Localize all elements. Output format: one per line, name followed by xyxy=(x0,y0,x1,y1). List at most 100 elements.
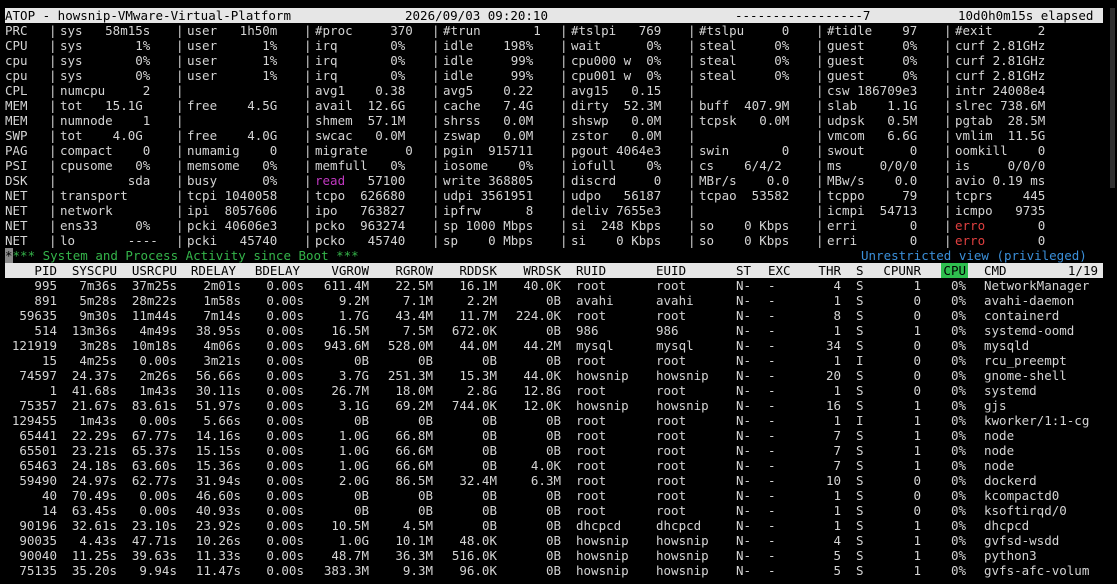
cell-rddsk: 48.0K xyxy=(459,533,497,548)
table-row[interactable]: 74597 24.37s 2m26s 56.66s 0.00s 3.7G 251.3M 15.… xyxy=(0,368,1117,383)
table-row[interactable]: 65463 24.18s 63.60s 15.36s 0.00s 1.0G 66.6M 0B 4… xyxy=(0,458,1117,473)
column-bdelay[interactable]: BDELAY xyxy=(255,263,300,278)
stat-field: si 248 Kbps xyxy=(571,218,662,233)
stat-separator: | xyxy=(432,98,440,113)
stat-field: free 4.5G xyxy=(187,98,278,113)
cell-bdelay: 0.00s xyxy=(266,413,304,428)
cell-ruid: dhcpcd xyxy=(576,518,622,533)
status-label: *** System and Process Activity since Bo… xyxy=(12,248,359,263)
cell-euid: root xyxy=(656,308,687,323)
table-row[interactable]: 75135 35.20s 9.94s 11.47s 0.00s 383.3M 9.3M 96.… xyxy=(0,563,1117,578)
cell-rddsk: 96.0K xyxy=(459,563,497,578)
stat-separator: | xyxy=(560,218,568,233)
stat-field: #proc 370 xyxy=(315,23,413,38)
cell-rddsk: 2.2M xyxy=(466,293,497,308)
table-row[interactable]: 514 13m36s 4m49s 38.95s 0.00s 16.5M 7.5M 672.0K… xyxy=(0,323,1117,338)
column-rddsk[interactable]: RDDSK xyxy=(459,263,497,278)
cell-cpu: 0% xyxy=(950,398,966,413)
table-row[interactable]: 65501 23.21s 65.37s 15.15s 0.00s 1.0G 66.6M 0B 0… xyxy=(0,443,1117,458)
scrollbar[interactable] xyxy=(1110,8,1115,188)
stat-separator: | xyxy=(176,98,184,113)
cell-exc: - xyxy=(768,563,776,578)
cell-cpu: 0% xyxy=(950,488,966,503)
column-exc[interactable]: EXC xyxy=(768,263,791,278)
column-ruid[interactable]: RUID xyxy=(576,263,606,278)
cell-rgrow: 22.5M xyxy=(395,278,433,293)
cell-rddsk: 0B xyxy=(481,353,497,368)
table-row[interactable]: 90035 4.43s 47.71s 10.26s 0.00s 1.0G 10.1M 48.0… xyxy=(0,533,1117,548)
table-row[interactable]: 59635 9m30s 11m44s 7m14s 0.00s 1.7G 43.4M 11.7M… xyxy=(0,308,1117,323)
table-row[interactable]: 90196 32.61s 23.10s 23.92s 0.00s 10.5M 4.5M 0B 0… xyxy=(0,518,1117,533)
stat-separator: | xyxy=(560,203,568,218)
cell-cpu: 0% xyxy=(950,473,966,488)
column-rdelay[interactable]: RDELAY xyxy=(191,263,236,278)
column-thr[interactable]: THR xyxy=(818,263,841,278)
stat-label: PAG xyxy=(5,143,28,158)
table-row[interactable]: 40 70.49s 0.00s 46.60s 0.00s 0B 0B 0B 0B root root… xyxy=(0,488,1117,503)
stat-label: NET xyxy=(5,218,28,233)
cell-cpunr: 1 xyxy=(913,413,921,428)
stat-key-highlight: read xyxy=(315,173,346,188)
stat-separator: | xyxy=(49,98,57,113)
cell-rdelay: 40.93s xyxy=(195,503,241,518)
cell-s: S xyxy=(856,338,864,353)
cell-syscpu: 70.49s xyxy=(71,488,117,503)
cell-cpu: 0% xyxy=(950,563,966,578)
table-row[interactable]: 121919 3m28s 10m18s 4m06s 0.00s 943.6M 528.0M 4… xyxy=(0,338,1117,353)
column-st[interactable]: ST xyxy=(736,263,751,278)
cell-rdelay: 51.97s xyxy=(195,398,241,413)
column-cpu[interactable]: CPU xyxy=(941,263,968,278)
stat-field: erri 0 xyxy=(827,218,918,233)
stat-field: irq 0% xyxy=(315,68,406,83)
stat-field: slrec 738.6M xyxy=(955,98,1046,113)
column-wrdsk[interactable]: WRDSK xyxy=(523,263,561,278)
table-row[interactable]: 129455 1m43s 0.00s 5.66s 0.00s 0B 0B 0B 0B root ro… xyxy=(0,413,1117,428)
stat-field: cs 6/4/2 xyxy=(699,158,782,173)
column-syscpu[interactable]: SYSCPU xyxy=(72,263,117,278)
column-cpunr[interactable]: CPUNR xyxy=(883,263,921,278)
cell-usrcpu: 4m49s xyxy=(139,323,177,338)
column-pid[interactable]: PID xyxy=(34,263,57,278)
column-euid[interactable]: EUID xyxy=(656,263,686,278)
cell-pid: 90196 xyxy=(19,518,57,533)
cell-exc: - xyxy=(768,503,776,518)
cell-exc: - xyxy=(768,473,776,488)
table-row[interactable]: 90040 11.25s 39.63s 11.33s 0.00s 48.7M 36.3M 51… xyxy=(0,548,1117,563)
column-s[interactable]: S xyxy=(856,263,864,278)
stat-separator: | xyxy=(432,23,440,38)
table-row[interactable]: 65441 22.29s 67.77s 14.16s 0.00s 1.0G 66.8M 0B 0… xyxy=(0,428,1117,443)
table-row[interactable]: 14 63.45s 0.00s 40.93s 0.00s 0B 0B 0B 0B root root… xyxy=(0,503,1117,518)
cell-cpunr: 0 xyxy=(913,308,921,323)
stat-field: tcpi 1040058 xyxy=(187,188,278,203)
stat-field: sys 0% xyxy=(60,53,151,68)
column-vgrow[interactable]: VGROW xyxy=(331,263,369,278)
table-row[interactable]: 995 7m36s 37m25s 2m01s 0.00s 611.4M 22.5M 16.1M… xyxy=(0,278,1117,293)
cell-cpunr: 1 xyxy=(913,278,921,293)
table-row[interactable]: 891 5m28s 28m22s 1m58s 0.00s 9.2M 7.1M 2.2M 0B av… xyxy=(0,293,1117,308)
cell-rddsk: 0B xyxy=(481,443,497,458)
cell-exc: - xyxy=(768,428,776,443)
cell-euid: root xyxy=(656,413,687,428)
cell-thr: 7 xyxy=(833,458,841,473)
stat-field: iosome 0% xyxy=(443,158,534,173)
cell-syscpu: 9m30s xyxy=(79,308,117,323)
column-1of19[interactable]: 1/19 xyxy=(1068,263,1098,278)
table-row[interactable]: 15 4m25s 0.00s 3m21s 0.00s 0B 0B 0B 0B root root N-… xyxy=(0,353,1117,368)
atop-terminal[interactable]: ATOP - howsnip-VMware-Virtual-Platform 2… xyxy=(0,0,1117,584)
table-row[interactable]: 75357 21.67s 83.61s 51.97s 0.00s 3.1G 69.2M 744… xyxy=(0,398,1117,413)
cell-rdelay: 10.26s xyxy=(195,533,241,548)
stat-field: csw 186709e3 xyxy=(827,83,918,98)
column-rgrow[interactable]: RGROW xyxy=(395,263,433,278)
cell-wrdsk: 0B xyxy=(545,488,561,503)
cell-syscpu: 3m28s xyxy=(79,338,117,353)
cell-bdelay: 0.00s xyxy=(266,368,304,383)
cell-ruid: howsnip xyxy=(576,368,629,383)
cell-st: N- xyxy=(736,338,752,353)
column-cmd[interactable]: CMD xyxy=(984,263,1007,278)
table-row[interactable]: 59490 24.97s 62.77s 31.94s 0.00s 2.0G 86.5M 32.… xyxy=(0,473,1117,488)
cell-st: N- xyxy=(736,443,752,458)
stat-field: user 1h50m xyxy=(187,23,278,38)
column-usrcpu[interactable]: USRCPU xyxy=(132,263,177,278)
table-row[interactable]: 1 41.68s 1m43s 30.11s 0.00s 26.7M 18.0M 2.8G 12.… xyxy=(0,383,1117,398)
cell-vgrow: 48.7M xyxy=(331,548,369,563)
